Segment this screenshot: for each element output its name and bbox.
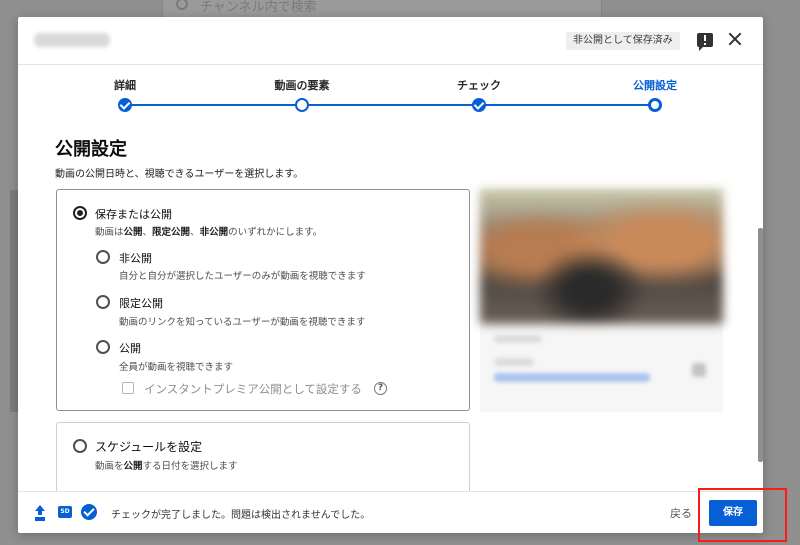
check-status-text: チェックが完了しました。問題は検出されませんでした。 <box>111 510 371 521</box>
save-or-publish-panel: 保存または公開 動画は公開、限定公開、非公開のいずれかにします。 非公開 自分と… <box>56 189 470 411</box>
dialog-footer: SD チェックが完了しました。問題は検出されませんでした。 戻る 保存 <box>18 491 763 533</box>
schedule-radio[interactable] <box>73 439 87 453</box>
step-label: 詳細 <box>114 79 136 92</box>
save-button-highlight <box>698 488 787 542</box>
public-radio[interactable] <box>96 340 110 354</box>
save-or-publish-label: 保存または公開 <box>95 208 172 221</box>
step-open-icon <box>295 98 309 112</box>
feedback-icon[interactable] <box>697 33 713 51</box>
public-label: 公開 <box>119 342 141 355</box>
save-or-publish-desc: 動画は公開、限定公開、非公開のいずれかにします。 <box>95 227 323 238</box>
hd-quality-icon: SD <box>58 506 72 518</box>
step-label: 動画の要素 <box>274 79 330 92</box>
step-checks[interactable]: チェック <box>419 66 539 112</box>
preview-text-blurred <box>494 358 534 366</box>
step-video-elements[interactable]: 動画の要素 <box>242 66 362 112</box>
check-complete-icon <box>81 504 97 520</box>
dialog-header: 非公開として保存済み <box>18 17 763 65</box>
step-details[interactable]: 詳細 <box>65 66 185 112</box>
draft-status-badge: 非公開として保存済み <box>566 32 680 50</box>
stepper-line <box>125 104 655 106</box>
step-done-check-icon <box>118 98 132 112</box>
schedule-panel: スケジュールを設定 動画を公開する日付を選択します <box>56 422 470 491</box>
background-search-placeholder: チャンネル内で検索 <box>200 0 317 15</box>
step-label: チェック <box>457 79 501 92</box>
private-radio[interactable] <box>96 250 110 264</box>
step-label: 公開設定 <box>633 79 677 92</box>
visibility-dialog: 非公開として保存済み 詳細 動画の要素 チェック 公開設定 公開設定 動画の公開… <box>18 17 763 533</box>
schedule-label: スケジュールを設定 <box>95 440 203 454</box>
upload-stepper: 詳細 動画の要素 チェック 公開設定 <box>18 66 763 118</box>
upload-icon <box>34 505 46 520</box>
scrollbar[interactable] <box>758 228 763 462</box>
unlisted-label: 限定公開 <box>119 297 163 310</box>
back-button[interactable]: 戻る <box>670 505 692 521</box>
dialog-content: 公開設定 動画の公開日時と、視聴できるユーザーを選択します。 保存または公開 動… <box>18 118 763 491</box>
save-or-publish-radio[interactable] <box>73 206 87 220</box>
close-icon[interactable] <box>727 31 743 47</box>
private-desc: 自分と自分が選択したユーザーのみが動画を視聴できます <box>119 271 366 282</box>
preview-link-blurred <box>494 373 650 382</box>
instant-premiere-label: インスタントプレミア公開として設定する <box>144 382 362 396</box>
unlisted-radio[interactable] <box>96 295 110 309</box>
dialog-title-blurred <box>34 33 110 47</box>
page-title: 公開設定 <box>55 139 127 160</box>
help-icon[interactable]: ? <box>374 382 387 395</box>
instant-premiere-checkbox[interactable] <box>122 382 134 394</box>
video-preview-card <box>480 189 723 412</box>
copy-icon <box>692 363 706 377</box>
step-done-check-icon <box>472 98 486 112</box>
page-description: 動画の公開日時と、視聴できるユーザーを選択します。 <box>55 169 304 180</box>
preview-text-blurred <box>494 335 542 343</box>
unlisted-desc: 動画のリンクを知っているユーザーが動画を視聴できます <box>119 317 366 328</box>
video-thumbnail <box>480 189 723 324</box>
public-desc: 全員が動画を視聴できます <box>119 362 234 373</box>
private-label: 非公開 <box>119 252 152 265</box>
step-visibility[interactable]: 公開設定 <box>595 66 715 112</box>
step-current-icon <box>648 98 662 112</box>
schedule-desc: 動画を公開する日付を選択します <box>95 461 238 472</box>
